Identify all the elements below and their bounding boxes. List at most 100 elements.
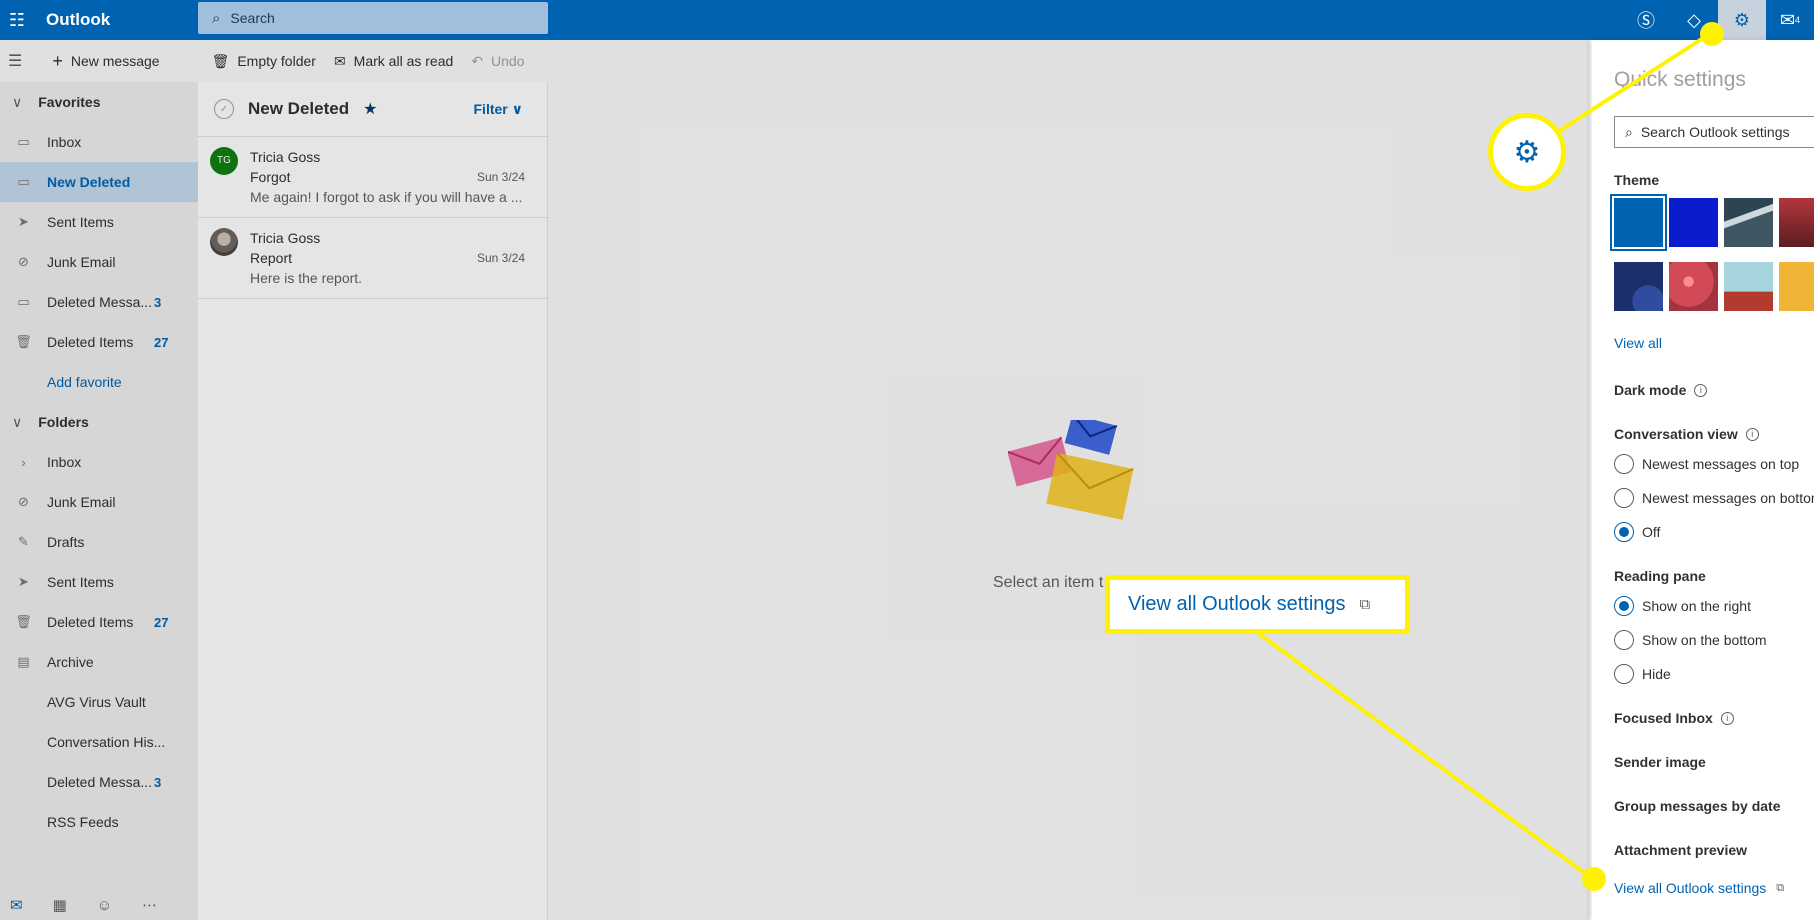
fav-item-deleted-messages[interactable]: ▭ Deleted Messa... 3 (0, 282, 198, 322)
nav-label: Inbox (47, 134, 82, 150)
theme-swatch-circuit[interactable] (1614, 262, 1663, 311)
theme-swatch-mountain[interactable] (1724, 198, 1773, 247)
message-preview: Here is the report. (250, 270, 363, 286)
notifications-icon[interactable]: ✉ 4 (1766, 0, 1814, 40)
message-sender: Tricia Goss (250, 149, 321, 165)
radio-hide[interactable]: Hide (1614, 664, 1671, 684)
fav-item-junk-email[interactable]: ⊘ Junk Email (0, 242, 198, 282)
sender-image-setting[interactable]: Sender image (1614, 754, 1706, 770)
chevron-down-icon: ∨ (12, 413, 23, 430)
message-item[interactable]: Tricia Goss Report Here is the report. S… (198, 218, 547, 299)
info-icon[interactable]: i (1720, 711, 1734, 725)
settings-search-input[interactable]: ⌕ Search Outlook settings (1614, 116, 1814, 148)
radio-show-right[interactable]: Show on the right (1614, 596, 1751, 616)
calendar-icon[interactable]: ▦ (53, 896, 67, 914)
callout-dot-link (1582, 867, 1606, 891)
folder-item-inbox[interactable]: › Inbox (0, 442, 198, 482)
people-icon[interactable]: ☺ (97, 897, 112, 914)
open-external-icon: ⧉ (1359, 596, 1371, 613)
radio-circle (1614, 596, 1634, 616)
theme-swatch-blue[interactable] (1610, 194, 1667, 251)
nav-label: RSS Feeds (47, 814, 119, 830)
folder-item-deleted-messages[interactable]: Deleted Messa... 3 (0, 762, 198, 802)
folder-item-deleted-items[interactable]: 🗑︎ Deleted Items 27 (0, 602, 198, 642)
new-message-button[interactable]: + New message (52, 51, 159, 72)
quick-settings-title: Quick settings (1614, 68, 1746, 91)
radio-label: Off (1642, 524, 1661, 540)
empty-folder-label: Empty folder (237, 53, 316, 69)
nav-label: Deleted Messa... (47, 774, 153, 790)
info-icon[interactable]: i (1745, 427, 1759, 441)
folder-item-sent-items[interactable]: ➤ Sent Items (0, 562, 198, 602)
radio-newest-on-bottom[interactable]: Newest messages on bottom (1614, 488, 1814, 508)
reading-pane: Select an item t (548, 82, 1590, 920)
undo-button[interactable]: ↶ Undo (471, 53, 524, 70)
favorite-star-icon[interactable]: ★ (363, 99, 377, 119)
radio-circle (1614, 488, 1634, 508)
more-icon[interactable]: ⋯ (142, 896, 157, 914)
radio-label: Show on the bottom (1642, 632, 1767, 648)
empty-folder-button[interactable]: 🗑︎ Empty folder (212, 53, 316, 70)
app-launcher-icon[interactable]: ☷ (0, 0, 34, 40)
nav-label: Junk Email (47, 254, 116, 270)
hamburger-menu-icon[interactable]: ☰ (8, 51, 22, 71)
folder-item-conversation-history[interactable]: Conversation His... (0, 722, 198, 762)
select-all-checkbox[interactable]: ✓ (214, 99, 234, 119)
focused-inbox-setting[interactable]: Focused Inbox i (1614, 710, 1734, 726)
focused-inbox-label: Focused Inbox (1614, 710, 1713, 726)
folder-icon: ▭ (17, 294, 30, 309)
folder-item-rss-feeds[interactable]: RSS Feeds (0, 802, 198, 842)
theme-swatch-wave[interactable] (1724, 262, 1773, 311)
nav-label: Deleted Items (47, 334, 134, 350)
skype-icon[interactable]: Ⓢ (1622, 0, 1670, 40)
fav-item-deleted-items[interactable]: 🗑︎ Deleted Items 27 (0, 322, 198, 362)
folder-title: New Deleted (248, 99, 350, 118)
group-by-date-setting[interactable]: Group messages by date (1614, 798, 1781, 814)
view-all-outlook-settings-link[interactable]: View all Outlook settings ⧉ (1614, 880, 1784, 896)
filter-label: Filter (473, 100, 508, 117)
theme-swatch-darkblue[interactable] (1669, 198, 1718, 247)
envelope-open-icon: ✉ (333, 52, 346, 69)
folder-item-drafts[interactable]: ✎ Drafts (0, 522, 198, 562)
radio-label: Hide (1642, 666, 1671, 682)
envelopes-illustration (1008, 420, 1134, 520)
message-item[interactable]: TG Tricia Goss Forgot Me again! I forgot… (198, 137, 547, 218)
view-all-themes-link[interactable]: View all (1614, 335, 1662, 351)
radio-label: Newest messages on top (1642, 456, 1800, 472)
search-icon: ⌕ (1625, 123, 1633, 140)
fav-item-inbox[interactable]: ▭ Inbox (0, 122, 198, 162)
outlook-app: ☷ Outlook ⌕ Search Ⓢ ◇ ⚙ ✉ 4 ☰ + New mess… (0, 0, 1814, 920)
nav-label: New Deleted (47, 174, 131, 190)
message-list-header: ✓ New Deleted ★ Filter ∨ (198, 82, 547, 137)
add-favorite-link[interactable]: Add favorite (0, 362, 198, 402)
filter-button[interactable]: Filter ∨ (474, 101, 524, 118)
search-box[interactable]: ⌕ Search (198, 2, 548, 34)
favorites-header[interactable]: ∨ Favorites (0, 82, 198, 122)
outlook-brand[interactable]: Outlook (46, 10, 198, 30)
avatar (210, 228, 238, 256)
fav-item-new-deleted[interactable]: ▭ New Deleted (0, 162, 198, 202)
radio-newest-on-top[interactable]: Newest messages on top (1614, 454, 1799, 474)
fav-item-sent-items[interactable]: ➤ Sent Items (0, 202, 198, 242)
block-icon: ⊘ (18, 254, 29, 269)
theme-swatch-star[interactable] (1779, 262, 1814, 311)
attachment-preview-setting[interactable]: Attachment preview (1614, 842, 1747, 858)
mark-all-read-button[interactable]: ✉ Mark all as read (334, 53, 453, 70)
folders-header[interactable]: ∨ Folders (0, 402, 198, 442)
folder-item-junk-email[interactable]: ⊘ Junk Email (0, 482, 198, 522)
theme-swatch-bokeh[interactable] (1669, 262, 1718, 311)
folder-item-archive[interactable]: ▤ Archive (0, 642, 198, 682)
info-icon[interactable]: i (1694, 383, 1708, 397)
settings-gear-icon[interactable]: ⚙ (1718, 0, 1766, 40)
theme-swatch-palms[interactable] (1779, 198, 1814, 247)
favorites-title: Favorites (38, 94, 101, 110)
notification-count: 4 (1795, 15, 1801, 25)
nav-label: Junk Email (47, 494, 116, 510)
dark-mode-setting[interactable]: Dark mode i (1614, 382, 1708, 398)
trash-icon: 🗑︎ (15, 614, 32, 629)
mail-icon[interactable]: ✉ (10, 896, 23, 914)
folder-item-avg-virus-vault[interactable]: AVG Virus Vault (0, 682, 198, 722)
radio-show-bottom[interactable]: Show on the bottom (1614, 630, 1767, 650)
radio-conversation-off[interactable]: Off (1614, 522, 1660, 542)
empty-reading-text: Select an item t (993, 574, 1104, 591)
